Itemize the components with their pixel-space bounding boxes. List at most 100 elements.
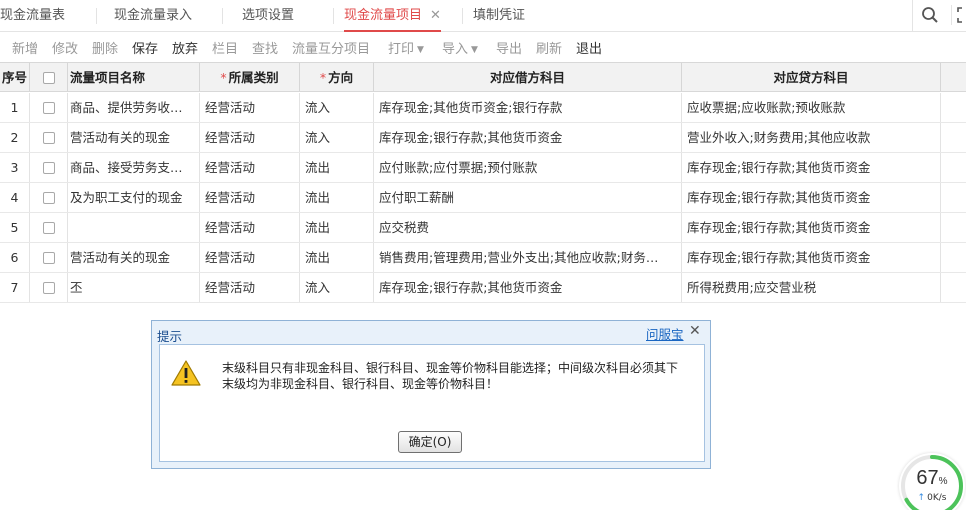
table-row[interactable]: 1 商品、提供劳务收… 经营活动 流入 库存现金;其他货币资金;银行存款 应收票据;应收账…	[0, 93, 966, 123]
table-row[interactable]: 3 商品、接受劳务支… 经营活动 流出 应付账款;应付票据;预付账款 库存现金;银行存款;…	[0, 153, 966, 183]
tab-close-icon[interactable]: ✕	[430, 8, 441, 23]
columns-button[interactable]: 栏目	[212, 38, 238, 57]
delete-button[interactable]: 删除	[92, 38, 118, 57]
cell-credit[interactable]: 库存现金;银行存款;其他货币资金	[682, 243, 941, 272]
cell-category[interactable]: 经营活动	[200, 153, 300, 182]
cell-direction[interactable]: 流出	[300, 213, 374, 242]
chevron-down-icon: ▼	[417, 45, 424, 55]
discard-button[interactable]: 放弃	[172, 38, 198, 57]
table-row[interactable]: 2 营活动有关的现金 经营活动 流入 库存现金;银行存款;其他货币资金 营业外收入;财务费…	[0, 123, 966, 153]
row-checkbox[interactable]	[42, 251, 55, 264]
cell-debit[interactable]: 库存现金;银行存款;其他货币资金	[374, 273, 682, 302]
select-all-checkbox[interactable]	[42, 71, 55, 84]
cell-credit[interactable]: 营业外收入;财务费用;其他应收款	[682, 123, 941, 152]
search-icon[interactable]	[921, 6, 939, 24]
refresh-button[interactable]: 刷新	[536, 38, 562, 57]
tab-label: 现金流量录入	[114, 8, 193, 23]
find-button[interactable]: 查找	[252, 38, 278, 57]
table-row[interactable]: 7 丕经营活动 流入 库存现金;银行存款;其他货币资金 所得税费用;应交营业税	[0, 273, 966, 303]
tab-cash-flow-statement[interactable]: 现金流量表	[0, 0, 65, 31]
cell-category[interactable]: 经营活动	[200, 213, 300, 242]
network-speed-widget[interactable]: 67% ↑ 0K/s	[899, 453, 965, 510]
help-link[interactable]: 问服宝	[646, 324, 684, 343]
cell-seq[interactable]: 7	[0, 273, 30, 302]
cell-direction[interactable]: 流出	[300, 183, 374, 212]
cell-name[interactable]: 丕	[68, 273, 200, 302]
close-icon[interactable]: ✕	[689, 323, 701, 339]
print-button[interactable]: 打印 ▼	[388, 38, 424, 57]
edit-button[interactable]: 修改	[52, 38, 78, 57]
row-checkbox[interactable]	[42, 281, 55, 294]
cell-select[interactable]	[30, 183, 68, 212]
cell-select[interactable]	[30, 153, 68, 182]
usage-value: 67	[916, 467, 939, 489]
cell-select[interactable]	[30, 273, 68, 302]
cell-direction[interactable]: 流入	[300, 273, 374, 302]
row-checkbox[interactable]	[42, 221, 55, 234]
header-direction: * 方向	[300, 63, 374, 91]
cell-credit[interactable]: 库存现金;银行存款;其他货币资金	[682, 213, 941, 242]
cell-direction[interactable]: 流出	[300, 243, 374, 272]
cell-debit[interactable]: 销售费用;管理费用;营业外支出;其他应收款;财务…	[374, 243, 682, 272]
cell-direction[interactable]: 流入	[300, 123, 374, 152]
message-line: 末级均为非现金科目、银行科目、现金等价物科目！	[222, 377, 499, 391]
add-button[interactable]: 新增	[12, 38, 38, 57]
fullscreen-icon[interactable]	[957, 7, 966, 23]
cell-debit[interactable]: 应交税费	[374, 213, 682, 242]
cell-debit[interactable]: 库存现金;银行存款;其他货币资金	[374, 123, 682, 152]
row-checkbox[interactable]	[42, 101, 55, 114]
cell-direction[interactable]: 流出	[300, 153, 374, 182]
tab-option-settings[interactable]: 选项设置	[242, 0, 294, 31]
cell-select[interactable]	[30, 93, 68, 122]
import-label: 导入	[442, 42, 469, 57]
table-row[interactable]: 4 及为职工支付的现金 经营活动 流出 应付职工薪酬 库存现金;银行存款;其他货币资金	[0, 183, 966, 213]
table-row[interactable]: 6 营活动有关的现金 经营活动 流出 销售费用;管理费用;营业外支出;其他应收款;财务……	[0, 243, 966, 273]
cell-category[interactable]: 经营活动	[200, 93, 300, 122]
cell-name[interactable]: 商品、提供劳务收…	[68, 93, 200, 122]
tab-cash-flow-items[interactable]: 现金流量项目 ✕	[344, 0, 441, 32]
cell-seq[interactable]: 3	[0, 153, 30, 182]
cell-name[interactable]: 及为职工支付的现金	[68, 183, 200, 212]
cell-category[interactable]: 经营活动	[200, 123, 300, 152]
cell-debit[interactable]: 库存现金;其他货币资金;银行存款	[374, 93, 682, 122]
row-checkbox[interactable]	[42, 191, 55, 204]
cell-select[interactable]	[30, 123, 68, 152]
cell-credit[interactable]: 库存现金;银行存款;其他货币资金	[682, 183, 941, 212]
save-button[interactable]: 保存	[132, 38, 158, 57]
cell-category[interactable]: 经营活动	[200, 243, 300, 272]
cell-seq[interactable]: 6	[0, 243, 30, 272]
table-row[interactable]: 5 经营活动 流出 应交税费 库存现金;银行存款;其他货币资金	[0, 213, 966, 243]
tab-fill-voucher[interactable]: 填制凭证	[473, 0, 525, 31]
cell-name[interactable]: 营活动有关的现金	[68, 243, 200, 272]
cell-select[interactable]	[30, 243, 68, 272]
cell-debit[interactable]: 应付账款;应付票据;预付账款	[374, 153, 682, 182]
row-checkbox[interactable]	[42, 131, 55, 144]
cell-name[interactable]: 营活动有关的现金	[68, 123, 200, 152]
cell-select[interactable]	[30, 213, 68, 242]
cell-category[interactable]: 经营活动	[200, 183, 300, 212]
cell-name[interactable]	[68, 213, 200, 242]
exit-button[interactable]: 退出	[576, 38, 602, 57]
cell-seq[interactable]: 4	[0, 183, 30, 212]
cell-category[interactable]: 经营活动	[200, 273, 300, 302]
cell-seq[interactable]: 1	[0, 93, 30, 122]
header-select-all[interactable]	[30, 63, 68, 91]
cell-name[interactable]: 商品、接受劳务支…	[68, 153, 200, 182]
cell-credit[interactable]: 库存现金;银行存款;其他货币资金	[682, 153, 941, 182]
cell-credit[interactable]: 所得税费用;应交营业税	[682, 273, 941, 302]
import-button[interactable]: 导入 ▼	[442, 38, 478, 57]
tab-cash-flow-entry[interactable]: 现金流量录入	[114, 0, 192, 31]
cell-credit[interactable]: 应收票据;应收账款;预收账款	[682, 93, 941, 122]
cell-direction[interactable]: 流入	[300, 93, 374, 122]
cell-seq[interactable]: 5	[0, 213, 30, 242]
mutual-items-button[interactable]: 流量互分项目	[292, 38, 370, 57]
cell-seq[interactable]: 2	[0, 123, 30, 152]
usage-percent: 67%	[899, 467, 965, 490]
ok-button[interactable]: 确定(O)	[398, 431, 462, 453]
cell-filler	[941, 243, 966, 272]
export-button[interactable]: 导出	[496, 38, 522, 57]
row-checkbox[interactable]	[42, 161, 55, 174]
required-marker: *	[319, 70, 327, 85]
tab-divider	[222, 8, 223, 24]
cell-debit[interactable]: 应付职工薪酬	[374, 183, 682, 212]
